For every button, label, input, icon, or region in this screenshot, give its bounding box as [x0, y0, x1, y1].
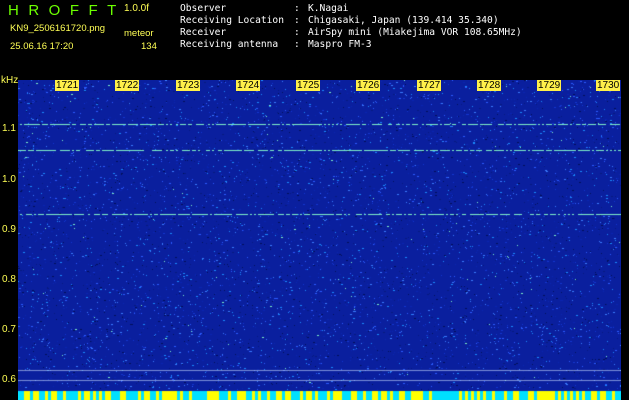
info-row-location: Receiving Location: Chigasaki, Japan (139… — [180, 15, 499, 26]
spectrogram-canvas — [18, 80, 621, 400]
x-tick-label: 1721 — [55, 80, 80, 91]
info-value: K.Nagai — [308, 3, 349, 14]
y-tick-label: 0.7 — [2, 324, 16, 335]
x-tick-label: 1723 — [176, 80, 201, 91]
info-label: Observer — [180, 3, 227, 14]
info-row-observer: Observer: K.Nagai — [180, 3, 349, 14]
station-info: Observer: K.Nagai Receiving Location: Chig… — [180, 3, 522, 51]
x-tick-label: 1724 — [236, 80, 261, 91]
spectrogram-plot — [18, 80, 621, 400]
file-name: KN9_2506161720.png — [10, 23, 106, 34]
y-tick-label: 0.9 — [2, 224, 16, 235]
y-tick-label: 0.8 — [2, 274, 16, 285]
x-tick-label: 1729 — [537, 80, 562, 91]
info-value: Chigasaki, Japan (139.414 35.340) — [308, 15, 499, 26]
y-axis-unit: kHz — [1, 75, 19, 86]
capture-datetime: 25.06.16 17:20 — [10, 41, 74, 52]
x-tick-label: 1727 — [417, 80, 442, 91]
info-label: Receiving Location — [180, 15, 284, 26]
info-row-receiver: Receiver: AirSpy mini (Miakejima VOR 108.… — [180, 27, 522, 38]
x-tick-label: 1722 — [115, 80, 140, 91]
y-tick-label: 1.1 — [2, 123, 16, 134]
info-label: Receiver — [180, 27, 227, 38]
info-label: Receiving antenna — [180, 39, 279, 50]
info-value: AirSpy mini (Miakejima VOR 108.65MHz) — [308, 27, 522, 38]
x-axis-ticks: 1721 1722 1723 1724 1725 1726 1727 1728 … — [18, 80, 621, 94]
info-value: Maspro FM-3 — [308, 39, 372, 50]
app-version: 1.0.0f — [124, 3, 150, 14]
x-tick-label: 1725 — [296, 80, 321, 91]
detection-mode: meteor — [124, 28, 154, 39]
y-tick-label: 1.0 — [2, 174, 16, 185]
x-tick-label: 1730 — [596, 80, 621, 91]
x-tick-label: 1728 — [477, 80, 502, 91]
header: HROFFT 1.0.0f KN9_2506161720.png meteor … — [0, 0, 629, 78]
meteor-count: 134 — [141, 41, 157, 52]
info-row-antenna: Receiving antenna: Maspro FM-3 — [180, 39, 372, 50]
x-tick-label: 1726 — [356, 80, 381, 91]
y-tick-label: 0.6 — [2, 374, 16, 385]
app-title: HROFFT — [8, 2, 126, 19]
